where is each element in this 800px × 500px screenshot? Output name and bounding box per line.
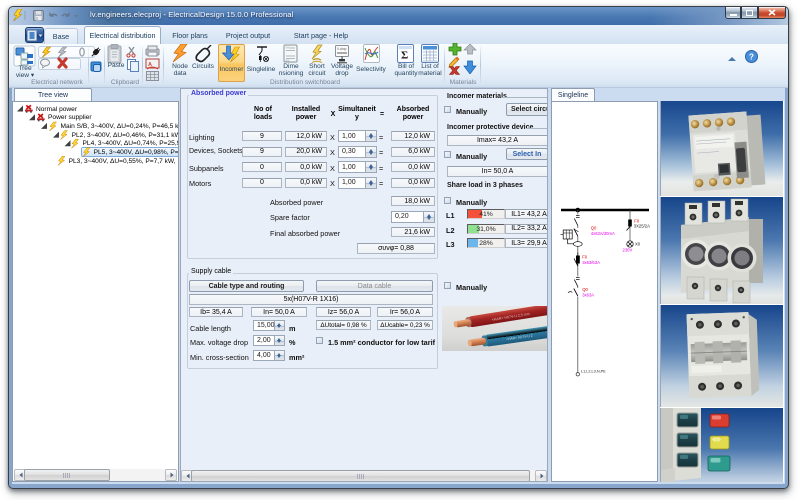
svg-text:4x63A/30mA: 4x63A/30mA [591, 231, 615, 236]
svg-text:F0: F0 [582, 255, 588, 260]
svg-text:Q0: Q0 [582, 287, 588, 292]
svg-text:Σ: Σ [401, 50, 408, 62]
svg-text:L1,L2,L3,N,PE: L1,L2,L3,N,PE [581, 370, 606, 374]
svg-text:A: A [148, 62, 152, 68]
svg-text:V-drop: V-drop [337, 47, 347, 51]
svg-text:3x63/63A: 3x63/63A [582, 260, 600, 265]
svg-text:X0: X0 [635, 242, 641, 247]
svg-text:Q0: Q0 [591, 226, 597, 231]
svg-text:?: ? [749, 53, 754, 62]
svg-text:3X25/2A: 3X25/2A [634, 224, 650, 229]
svg-text:3x63A: 3x63A [582, 293, 594, 298]
svg-text:230V: 230V [623, 248, 633, 253]
